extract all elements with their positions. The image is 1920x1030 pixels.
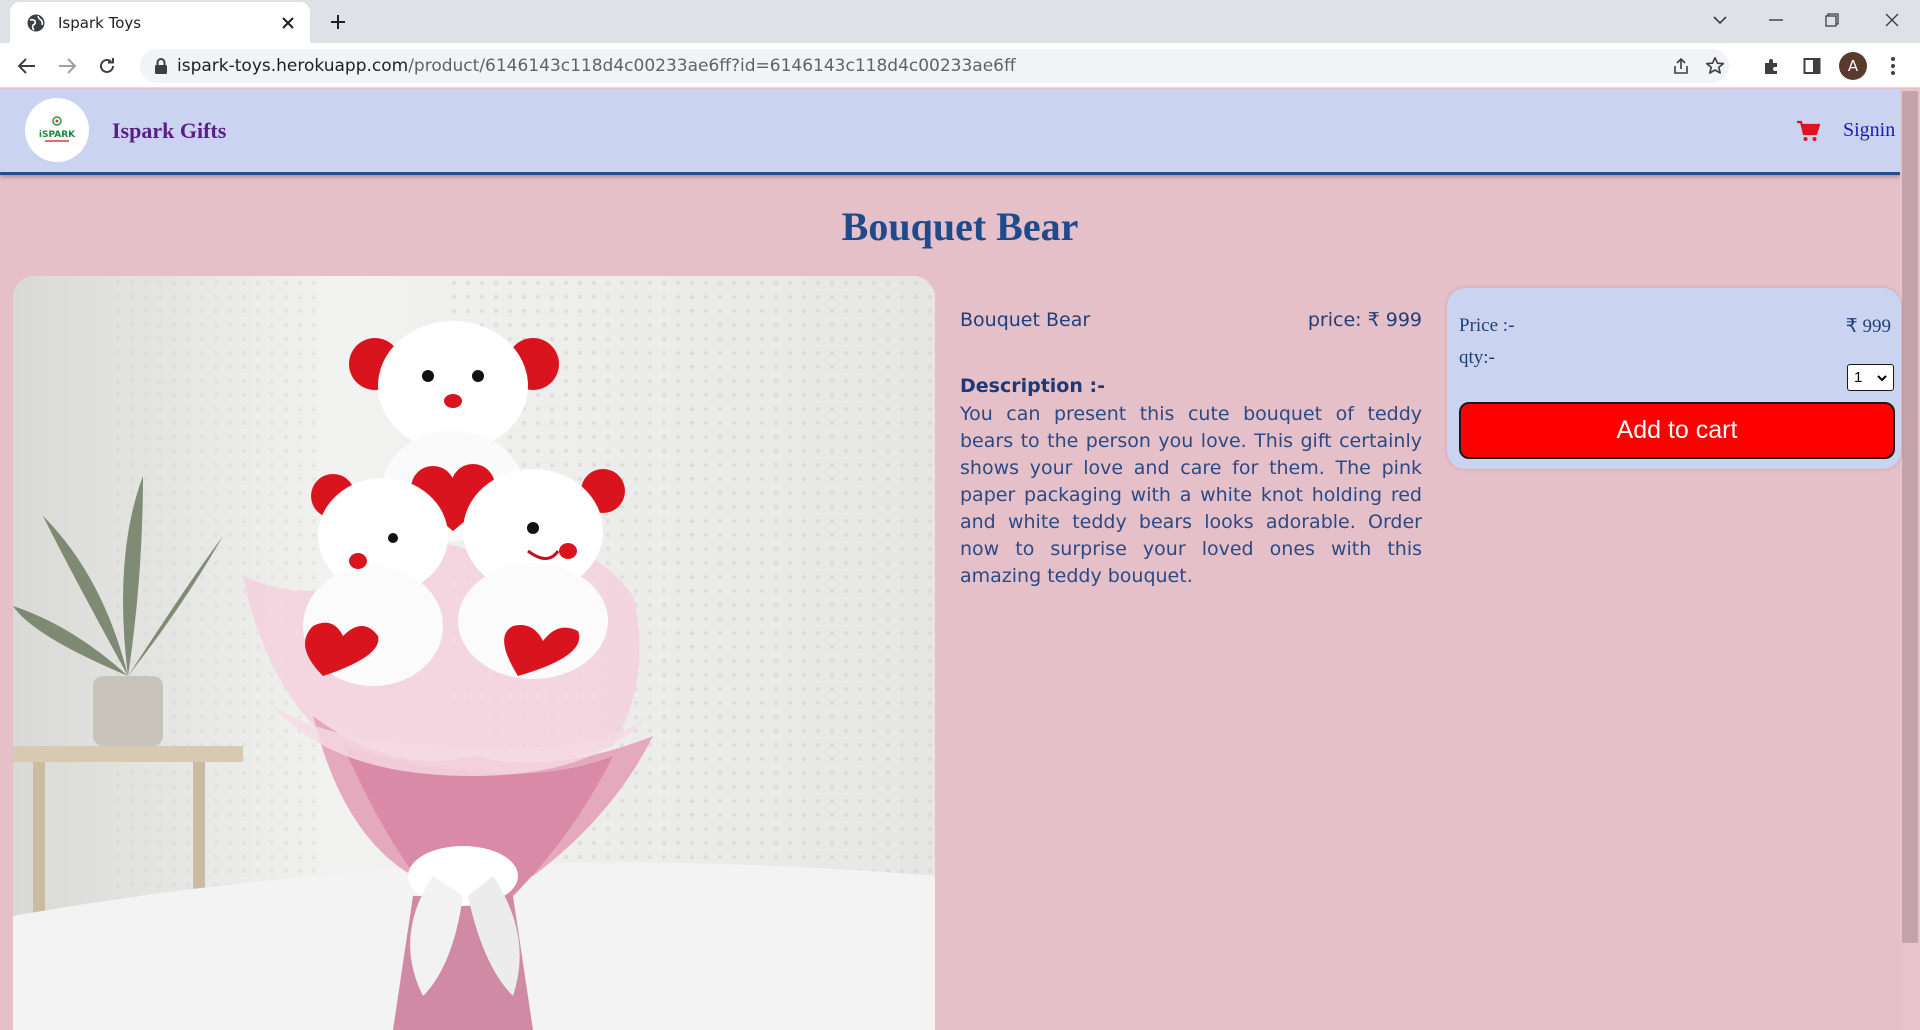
description-title: Description :- bbox=[960, 375, 1105, 397]
restore-icon[interactable] bbox=[1804, 0, 1860, 40]
page-title: Bouquet Bear bbox=[841, 204, 1079, 249]
kebab-menu-icon[interactable] bbox=[1876, 49, 1910, 83]
address-bar[interactable]: ispark-toys.herokuapp.com/product/614614… bbox=[140, 49, 1729, 83]
extensions-puzzle-icon[interactable] bbox=[1755, 49, 1789, 83]
browser-toolbar: ispark-toys.herokuapp.com/product/614614… bbox=[0, 43, 1920, 88]
url-text: ispark-toys.herokuapp.com/product/614614… bbox=[177, 56, 1016, 76]
ispark-logo-icon: iSPARK bbox=[39, 116, 76, 142]
forward-arrow-icon[interactable] bbox=[50, 49, 84, 83]
product-price: price: ₹ 999 bbox=[1307, 309, 1422, 331]
url-path: /product/6146143c118d4c00233ae6ff?id=614… bbox=[408, 56, 1016, 76]
back-arrow-icon[interactable] bbox=[10, 49, 44, 83]
url-host: ispark-toys.herokuapp.com bbox=[177, 56, 409, 76]
browser-tabstrip: Ispark Toys bbox=[0, 0, 1920, 43]
price-value: ₹ 999 bbox=[1845, 316, 1891, 337]
page-viewport: iSPARK Ispark Gifts Signin Bouquet Bear bbox=[0, 89, 1920, 1030]
lock-icon bbox=[155, 58, 167, 74]
logo-text: iSPARK bbox=[39, 130, 76, 140]
description-text: You can present this cute bouquet of ted… bbox=[960, 403, 1422, 587]
globe-icon bbox=[27, 14, 45, 31]
brand-name[interactable]: Ispark Gifts bbox=[112, 118, 226, 144]
qty-selected-value: 1 bbox=[1854, 369, 1863, 386]
share-icon[interactable] bbox=[1670, 55, 1692, 77]
chevron-down-icon bbox=[1877, 375, 1887, 382]
product-image bbox=[13, 276, 935, 1030]
product-info: Bouquet Bear price: ₹ 999 Description :-… bbox=[960, 309, 1422, 590]
shopping-cart-icon[interactable] bbox=[1796, 120, 1820, 142]
reload-icon[interactable] bbox=[90, 49, 124, 83]
product-info-row: Bouquet Bear price: ₹ 999 bbox=[960, 309, 1422, 331]
purchase-panel: Price :- ₹ 999 qty:- 1 Add to cart bbox=[1447, 288, 1901, 469]
site-logo[interactable]: iSPARK bbox=[25, 98, 89, 162]
qty-label: qty:- bbox=[1459, 347, 1495, 368]
minimize-icon[interactable] bbox=[1748, 0, 1804, 40]
new-tab-button[interactable] bbox=[324, 8, 352, 36]
tab-title: Ispark Toys bbox=[58, 13, 142, 32]
profile-avatar[interactable]: A bbox=[1839, 52, 1867, 80]
product-name: Bouquet Bear bbox=[960, 309, 1091, 331]
side-panel-icon[interactable] bbox=[1795, 49, 1829, 83]
add-to-cart-button[interactable]: Add to cart bbox=[1459, 402, 1895, 459]
tab-close-icon[interactable] bbox=[278, 13, 298, 33]
bookmark-star-icon[interactable] bbox=[1704, 55, 1726, 77]
teddy-bouquet-photo bbox=[13, 276, 935, 1030]
price-label: Price :- bbox=[1459, 315, 1515, 336]
window-close-icon[interactable] bbox=[1864, 0, 1920, 40]
site-navbar: iSPARK Ispark Gifts Signin bbox=[0, 89, 1900, 175]
qty-select[interactable]: 1 bbox=[1847, 364, 1894, 391]
signin-link[interactable]: Signin bbox=[1843, 119, 1895, 142]
browser-tab[interactable]: Ispark Toys bbox=[10, 2, 310, 43]
tab-search-chevron-icon[interactable] bbox=[1692, 0, 1748, 40]
